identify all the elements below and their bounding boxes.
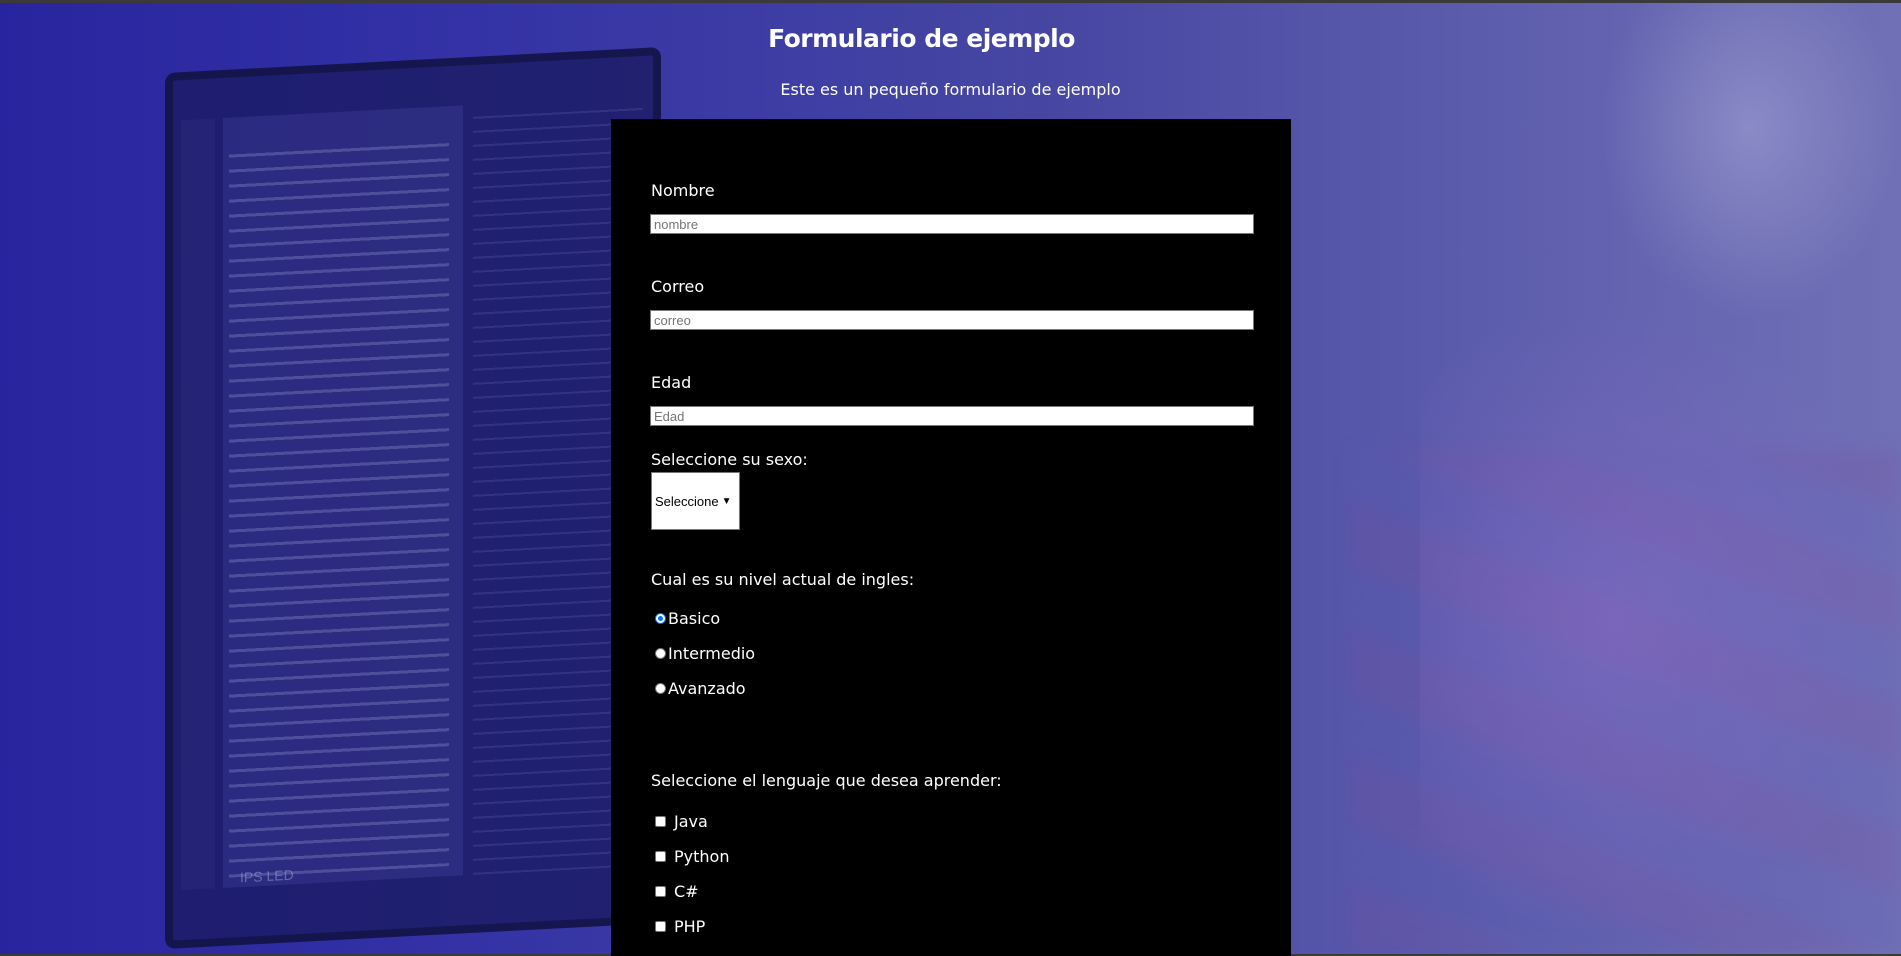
age-input[interactable]: [650, 406, 1254, 426]
radio-button[interactable]: [655, 648, 666, 659]
checkbox-label: Python: [674, 847, 730, 866]
checkbox-label: PHP: [674, 917, 706, 936]
top-border: [0, 0, 1901, 3]
sex-select-value: Seleccione: [655, 493, 719, 509]
laptop-activity-bar: [181, 118, 215, 891]
radio-option-basico[interactable]: Basico: [655, 609, 720, 628]
radio-label: Intermedio: [668, 644, 756, 663]
sex-select[interactable]: Seleccione ▼: [651, 472, 740, 530]
chevron-down-icon: ▼: [721, 495, 732, 507]
name-label: Nombre: [651, 181, 715, 200]
checkbox[interactable]: [655, 886, 666, 897]
page-title: Formulario de ejemplo: [768, 24, 1075, 53]
checkbox-label: Java: [674, 812, 708, 831]
laptop-file-list: [229, 136, 449, 878]
page-subtitle: Este es un pequeño formulario de ejemplo: [780, 80, 1121, 99]
checkbox-option-csharp[interactable]: C#: [655, 882, 699, 901]
form-panel: Nombre Correo Edad Seleccione su sexo: S…: [611, 119, 1291, 956]
sex-label: Seleccione su sexo:: [651, 450, 808, 469]
languages-label: Seleccione el lenguaje que desea aprende…: [651, 771, 1002, 790]
checkbox-option-python[interactable]: Python: [655, 847, 729, 866]
checkbox-label: C#: [674, 882, 699, 901]
background-blur: [1420, 300, 1900, 940]
email-input[interactable]: [650, 310, 1254, 330]
radio-option-intermedio[interactable]: Intermedio: [655, 644, 755, 663]
checkbox[interactable]: [655, 816, 666, 827]
radio-label: Avanzado: [668, 679, 746, 698]
radio-button[interactable]: [655, 683, 666, 694]
email-label: Correo: [651, 277, 705, 296]
radio-label: Basico: [668, 609, 721, 628]
name-input[interactable]: [650, 214, 1254, 234]
checkbox[interactable]: [655, 921, 666, 932]
radio-button[interactable]: [655, 613, 666, 624]
radio-option-avanzado[interactable]: Avanzado: [655, 679, 746, 698]
background-laptop: [165, 47, 661, 949]
english-level-label: Cual es su nivel actual de ingles:: [651, 570, 915, 589]
age-label: Edad: [651, 373, 692, 392]
checkbox-option-php[interactable]: PHP: [655, 917, 705, 936]
checkbox-option-java[interactable]: Java: [655, 812, 708, 831]
checkbox[interactable]: [655, 851, 666, 862]
laptop-brand-label: IPS LED: [240, 866, 294, 886]
